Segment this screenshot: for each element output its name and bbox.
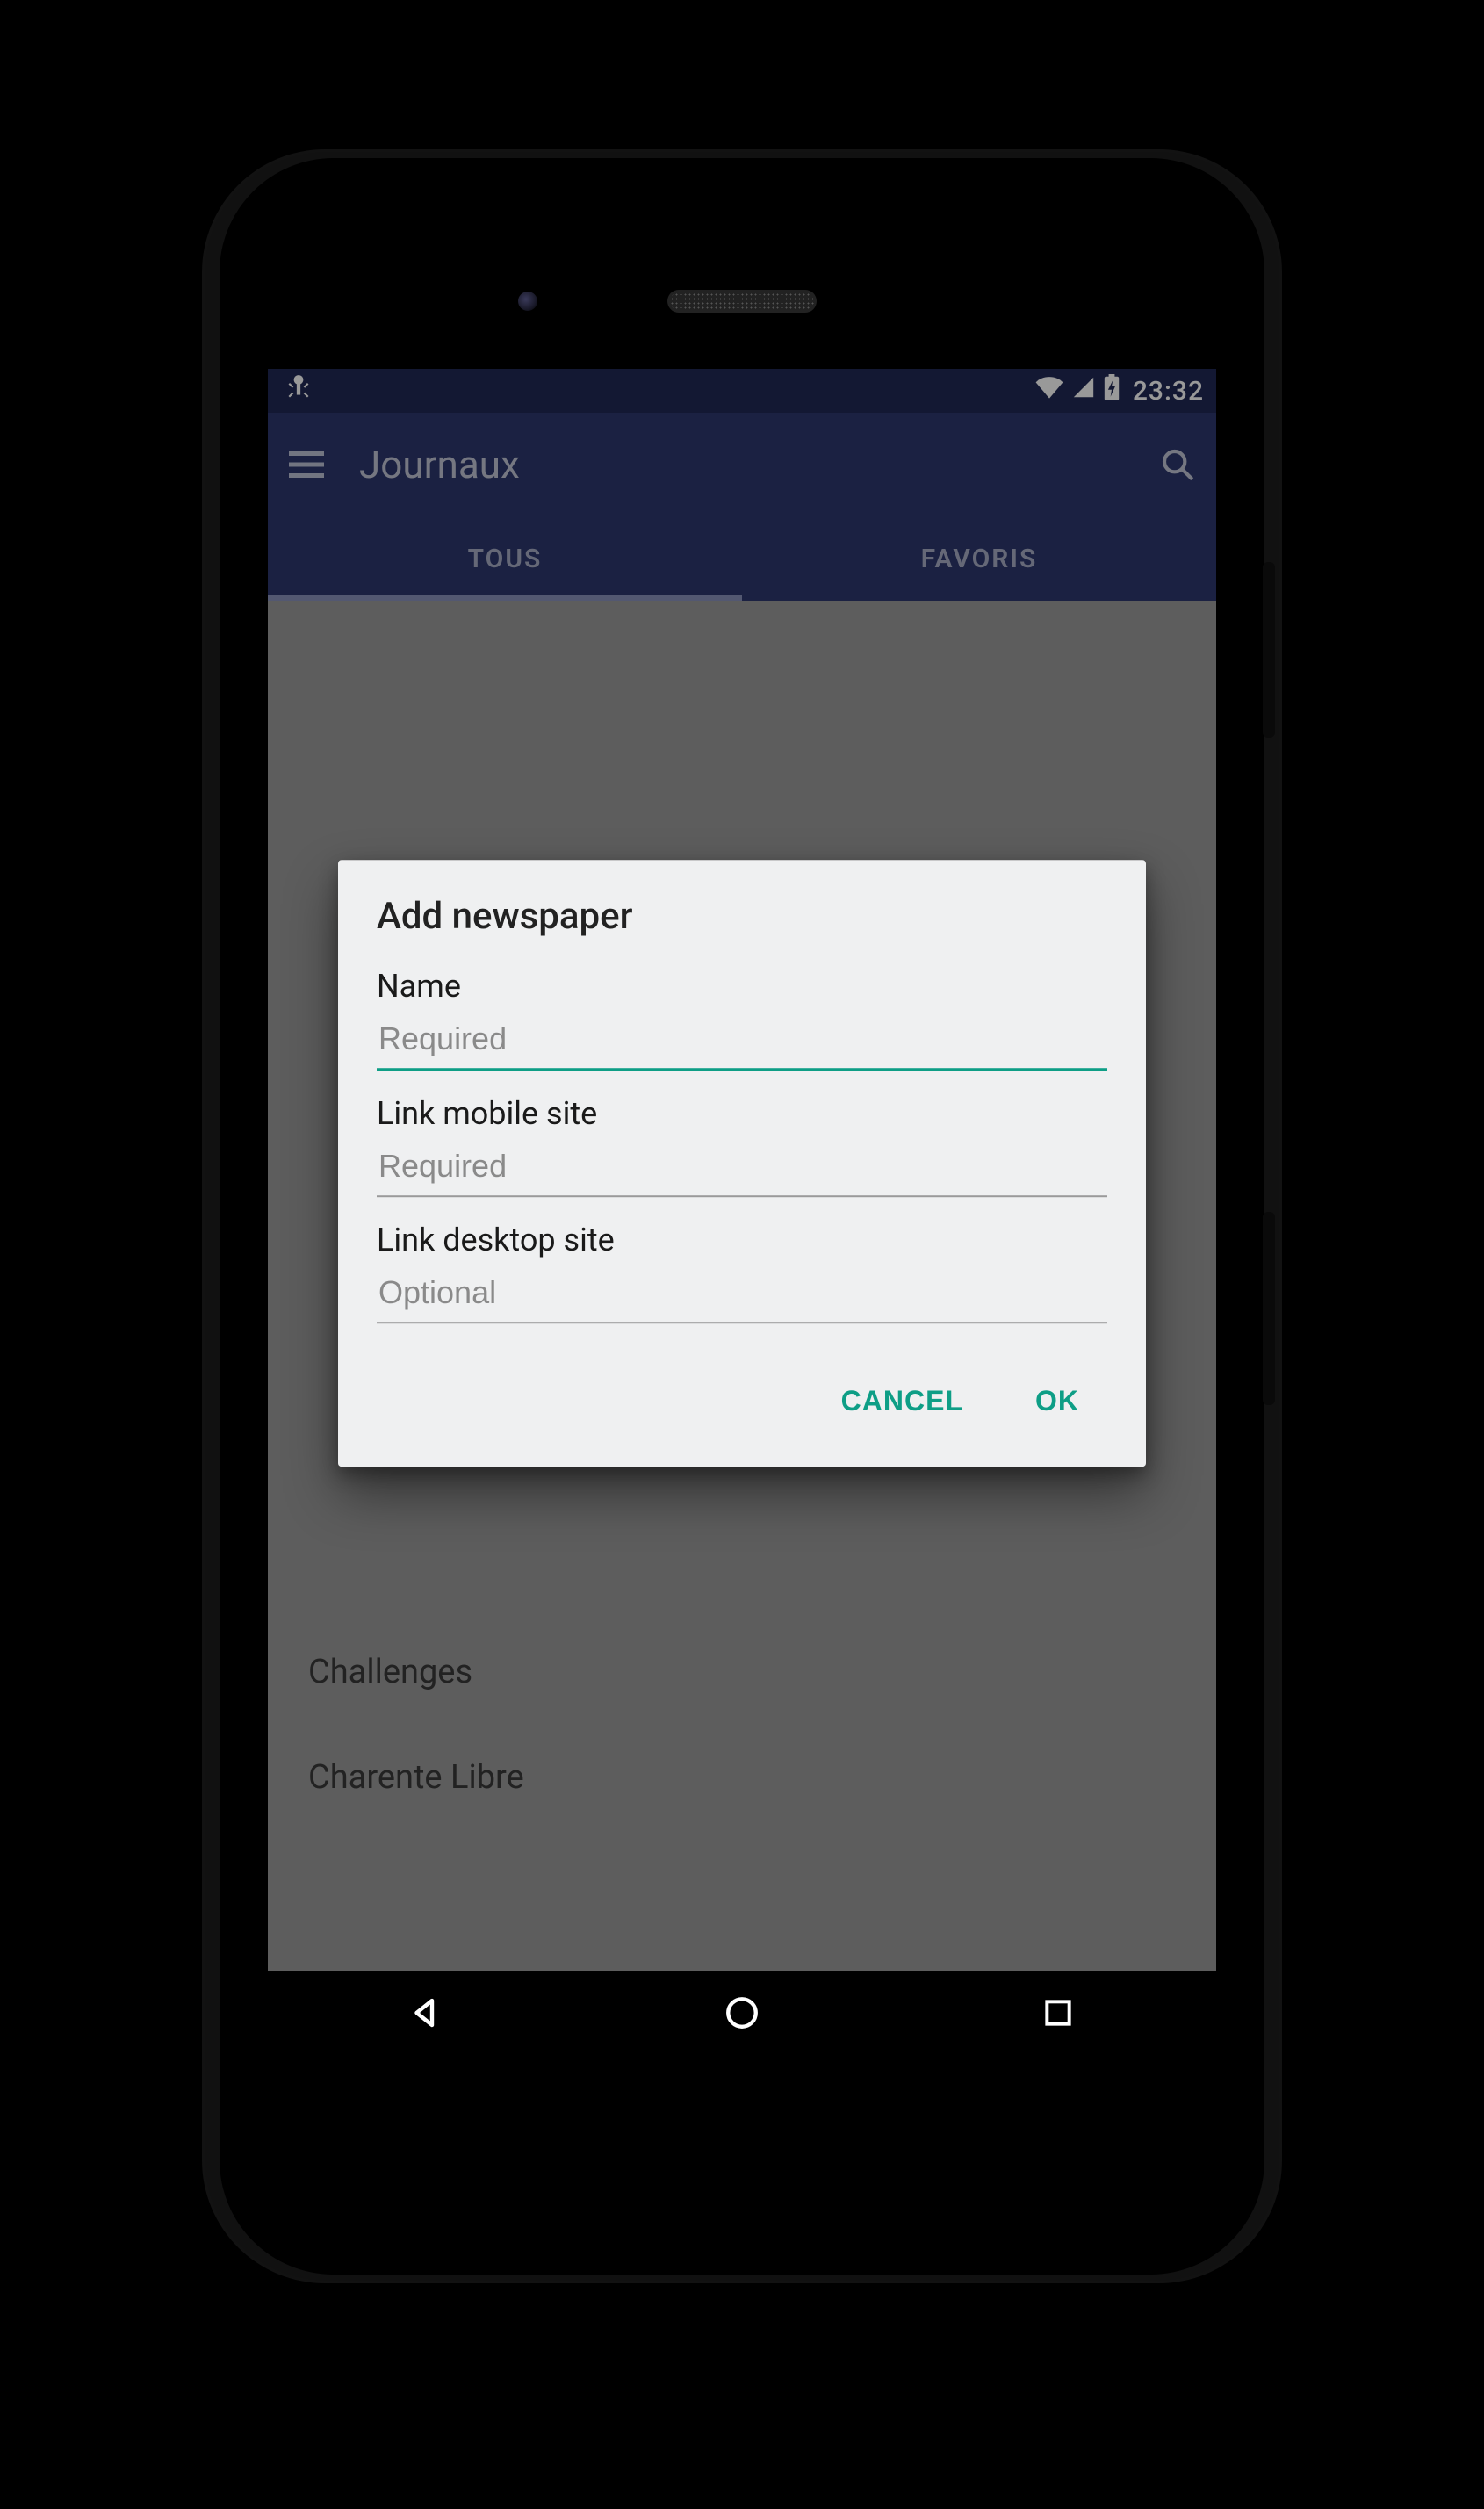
field-name: Name xyxy=(377,968,1107,1071)
desktop-link-label: Link desktop site xyxy=(377,1222,1107,1258)
cancel-button[interactable]: CANCEL xyxy=(827,1374,977,1428)
system-nav-bar xyxy=(268,1971,1216,2055)
phone-frame: 23:32 Journaux TOUS FAVORIS xyxy=(202,149,1282,2283)
back-icon xyxy=(407,1994,444,2031)
mobile-link-input[interactable] xyxy=(377,1141,1107,1197)
dialog-title: Add newspaper xyxy=(377,895,1107,938)
back-button[interactable] xyxy=(400,1986,452,2039)
front-camera xyxy=(518,292,537,311)
add-newspaper-dialog: Add newspaper Name Link mobile site Link… xyxy=(338,860,1146,1467)
mobile-link-label: Link mobile site xyxy=(377,1095,1107,1132)
field-mobile-link: Link mobile site xyxy=(377,1095,1107,1197)
field-desktop-link: Link desktop site xyxy=(377,1222,1107,1323)
dialog-actions: CANCEL OK xyxy=(377,1348,1107,1446)
power-button xyxy=(1263,562,1275,738)
device-screen: 23:32 Journaux TOUS FAVORIS xyxy=(268,369,1216,2055)
home-icon xyxy=(724,1994,760,2031)
ok-button[interactable]: OK xyxy=(1021,1374,1093,1428)
recents-button[interactable] xyxy=(1032,1986,1084,2039)
phone-bezel: 23:32 Journaux TOUS FAVORIS xyxy=(220,158,1264,2275)
phone-speaker xyxy=(667,290,817,313)
volume-button xyxy=(1263,1212,1275,1405)
name-input[interactable] xyxy=(377,1013,1107,1071)
home-button[interactable] xyxy=(716,1986,768,2039)
name-label: Name xyxy=(377,968,1107,1005)
recents-icon xyxy=(1041,1996,1075,2030)
desktop-link-input[interactable] xyxy=(377,1267,1107,1323)
